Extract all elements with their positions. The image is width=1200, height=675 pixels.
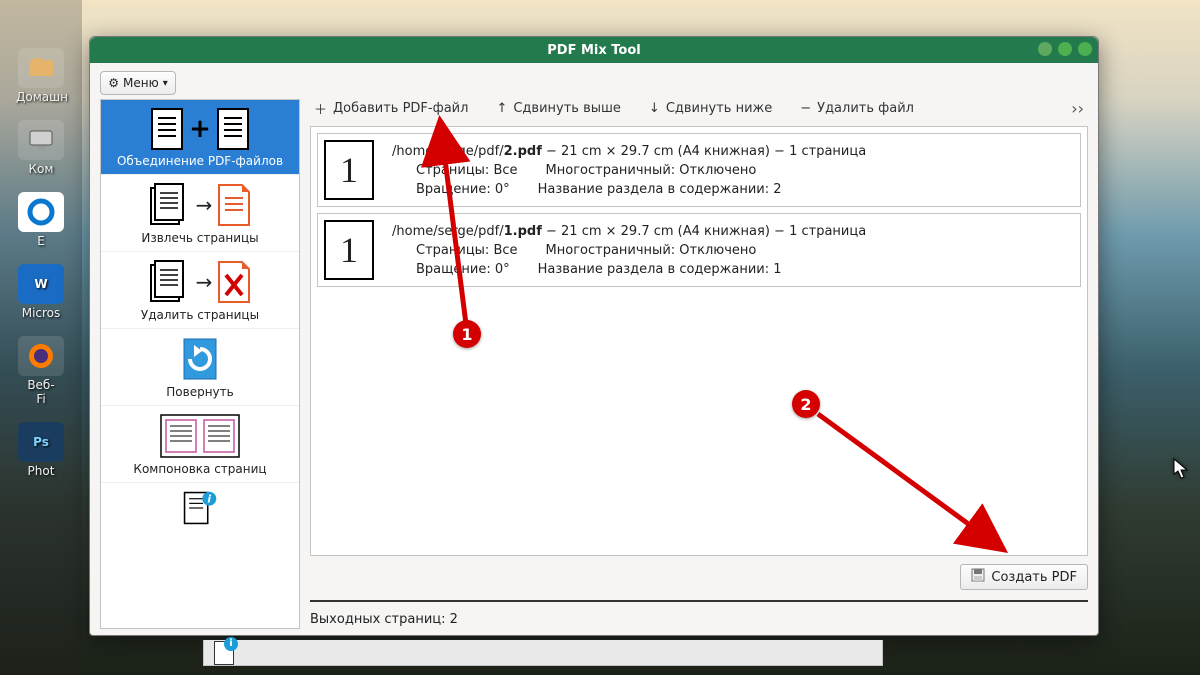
sidebar-item-extract[interactable]: → Извлечь страницы [101,175,299,252]
sidebar-item-info[interactable]: i [101,483,299,531]
window-close-button[interactable] [1078,42,1092,56]
sidebar-item-delete[interactable]: → Удалить страницы [101,252,299,329]
titlebar[interactable]: PDF Mix Tool [90,37,1098,63]
mouse-cursor [1173,458,1189,480]
document-info-icon: i [214,641,234,665]
page-thumbnail: 1 [324,220,374,280]
rotate-icon [107,337,293,381]
firefox-icon [18,336,64,376]
photoshop-icon: Ps [18,422,64,462]
document-info-icon: i [107,491,293,525]
remove-button[interactable]: − Удалить файл [800,101,914,116]
minus-icon: − [800,101,811,116]
window-maximize-button[interactable] [1058,42,1072,56]
add-pdf-button[interactable]: ＋ Добавить PDF-файл [314,99,468,118]
main-area: ＋ Добавить PDF-файл ↑ Сдвинуть выше ↓ Сд… [310,99,1088,629]
background-window-fragment: i [203,640,883,666]
sidebar-item-rotate[interactable]: Повернуть [101,329,299,406]
window-title: PDF Mix Tool [547,43,641,58]
annotation-marker-2: 2 [792,390,820,418]
divider [310,600,1088,602]
delete-pages-icon: → [107,260,293,304]
status-text: Выходных страниц: 2 [310,610,1088,629]
taskbar-item-ms[interactable]: W Micros [16,264,66,320]
caret-down-icon: ▾ [163,78,168,89]
file-row[interactable]: 1 /home/serge/pdf/2.pdf − 21 cm × 29.7 c… [317,133,1081,207]
toolbar: ＋ Добавить PDF-файл ↑ Сдвинуть выше ↓ Сд… [310,99,1088,126]
taskbar-item-web[interactable]: Веб- Fi [16,336,66,406]
word-icon: W [18,264,64,304]
file-meta: /home/serge/pdf/1.pdf − 21 cm × 29.7 cm … [392,224,1070,277]
gear-icon: ⚙ [108,76,119,90]
toolbar-overflow-button[interactable]: ›› [1071,99,1084,118]
arrow-up-icon: ↑ [496,101,507,116]
app-window: PDF Mix Tool ⚙ Меню ▾ + [89,36,1099,636]
taskbar-item-computer[interactable]: Ком [16,120,66,176]
taskbar: Домашн Ком E W Micros Веб- Fi [0,0,82,675]
taskbar-item-edge[interactable]: E [16,192,66,248]
taskbar-item-home[interactable]: Домашн [16,48,66,104]
annotation-marker-1: 1 [453,320,481,348]
extract-pages-icon: → [107,183,293,227]
save-icon [971,568,985,586]
svg-text:i: i [207,493,211,506]
desktop-wallpaper: Домашн Ком E W Micros Веб- Fi [0,0,1200,675]
generate-pdf-button[interactable]: Создать PDF [960,564,1088,590]
move-down-button[interactable]: ↓ Сдвинуть ниже [649,101,772,116]
layout-icon [107,414,293,458]
sidebar-item-layout[interactable]: Компоновка страниц [101,406,299,483]
file-list[interactable]: 1 /home/serge/pdf/2.pdf − 21 cm × 29.7 c… [310,126,1088,556]
taskbar-item-photo[interactable]: Ps Phot [16,422,66,478]
sidebar-item-merge[interactable]: + Объединение PDF-файлов [101,100,299,175]
move-up-button[interactable]: ↑ Сдвинуть выше [496,101,620,116]
window-minimize-button[interactable] [1038,42,1052,56]
file-meta: /home/serge/pdf/2.pdf − 21 cm × 29.7 cm … [392,144,1070,197]
plus-icon: ＋ [314,99,327,118]
folder-icon [18,48,64,88]
arrow-down-icon: ↓ [649,101,660,116]
merge-icon: + [107,108,293,150]
menu-button[interactable]: ⚙ Меню ▾ [100,71,176,95]
file-row[interactable]: 1 /home/serge/pdf/1.pdf − 21 cm × 29.7 c… [317,213,1081,287]
sidebar[interactable]: + Объединение PDF-файлов → Извлечь стран… [100,99,300,629]
computer-icon [18,120,64,160]
edge-icon [18,192,64,232]
page-thumbnail: 1 [324,140,374,200]
